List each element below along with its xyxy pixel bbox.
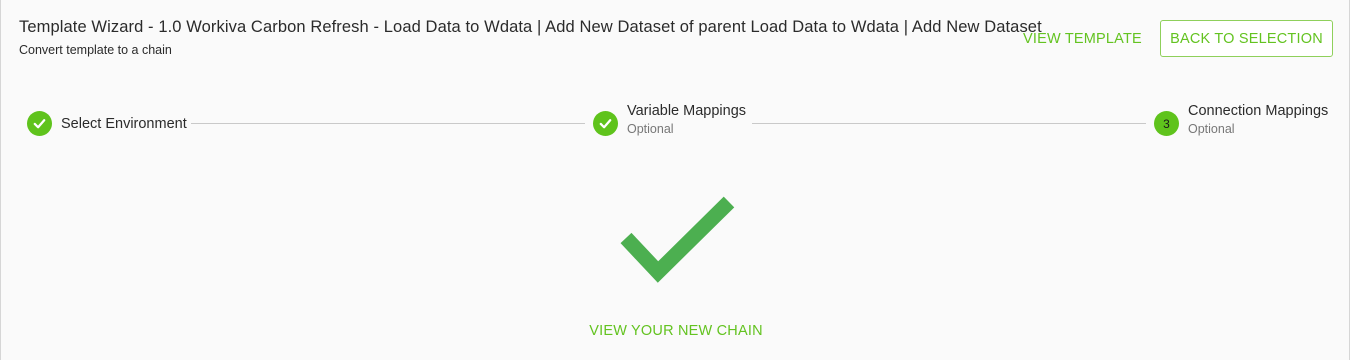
step-optional-label: Optional (627, 121, 674, 136)
view-new-chain-link[interactable]: VIEW YOUR NEW CHAIN (1, 323, 1350, 339)
step-connection-mappings[interactable]: 3 Connection Mappings Optional (1154, 102, 1328, 136)
template-wizard-page: Template Wizard - 1.0 Workiva Carbon Ref… (0, 0, 1350, 360)
checkmark-icon (620, 196, 735, 283)
step-optional-label: Optional (1188, 121, 1235, 136)
step-connector (191, 123, 585, 124)
step-number-badge: 3 (1154, 111, 1179, 136)
wizard-stepper: Select Environment Variable Mappings Opt… (1, 100, 1350, 150)
page-subtitle: Convert template to a chain (19, 43, 172, 57)
step-connector (752, 123, 1146, 124)
header: Template Wizard - 1.0 Workiva Carbon Ref… (19, 18, 1042, 57)
step-complete-check-icon (593, 111, 618, 136)
step-number: 3 (1163, 116, 1170, 131)
page-title: Template Wizard - 1.0 Workiva Carbon Ref… (19, 18, 1042, 36)
step-select-environment[interactable]: Select Environment (27, 111, 187, 136)
step-variable-mappings[interactable]: Variable Mappings Optional (593, 102, 746, 136)
view-template-button[interactable]: VIEW TEMPLATE (1023, 29, 1142, 49)
back-to-selection-button[interactable]: BACK TO SELECTION (1160, 20, 1333, 57)
step-label: Variable Mappings (627, 102, 747, 119)
step-complete-check-icon (27, 111, 52, 136)
step-label: Connection Mappings (1188, 102, 1329, 119)
step-label: Select Environment (61, 115, 187, 132)
